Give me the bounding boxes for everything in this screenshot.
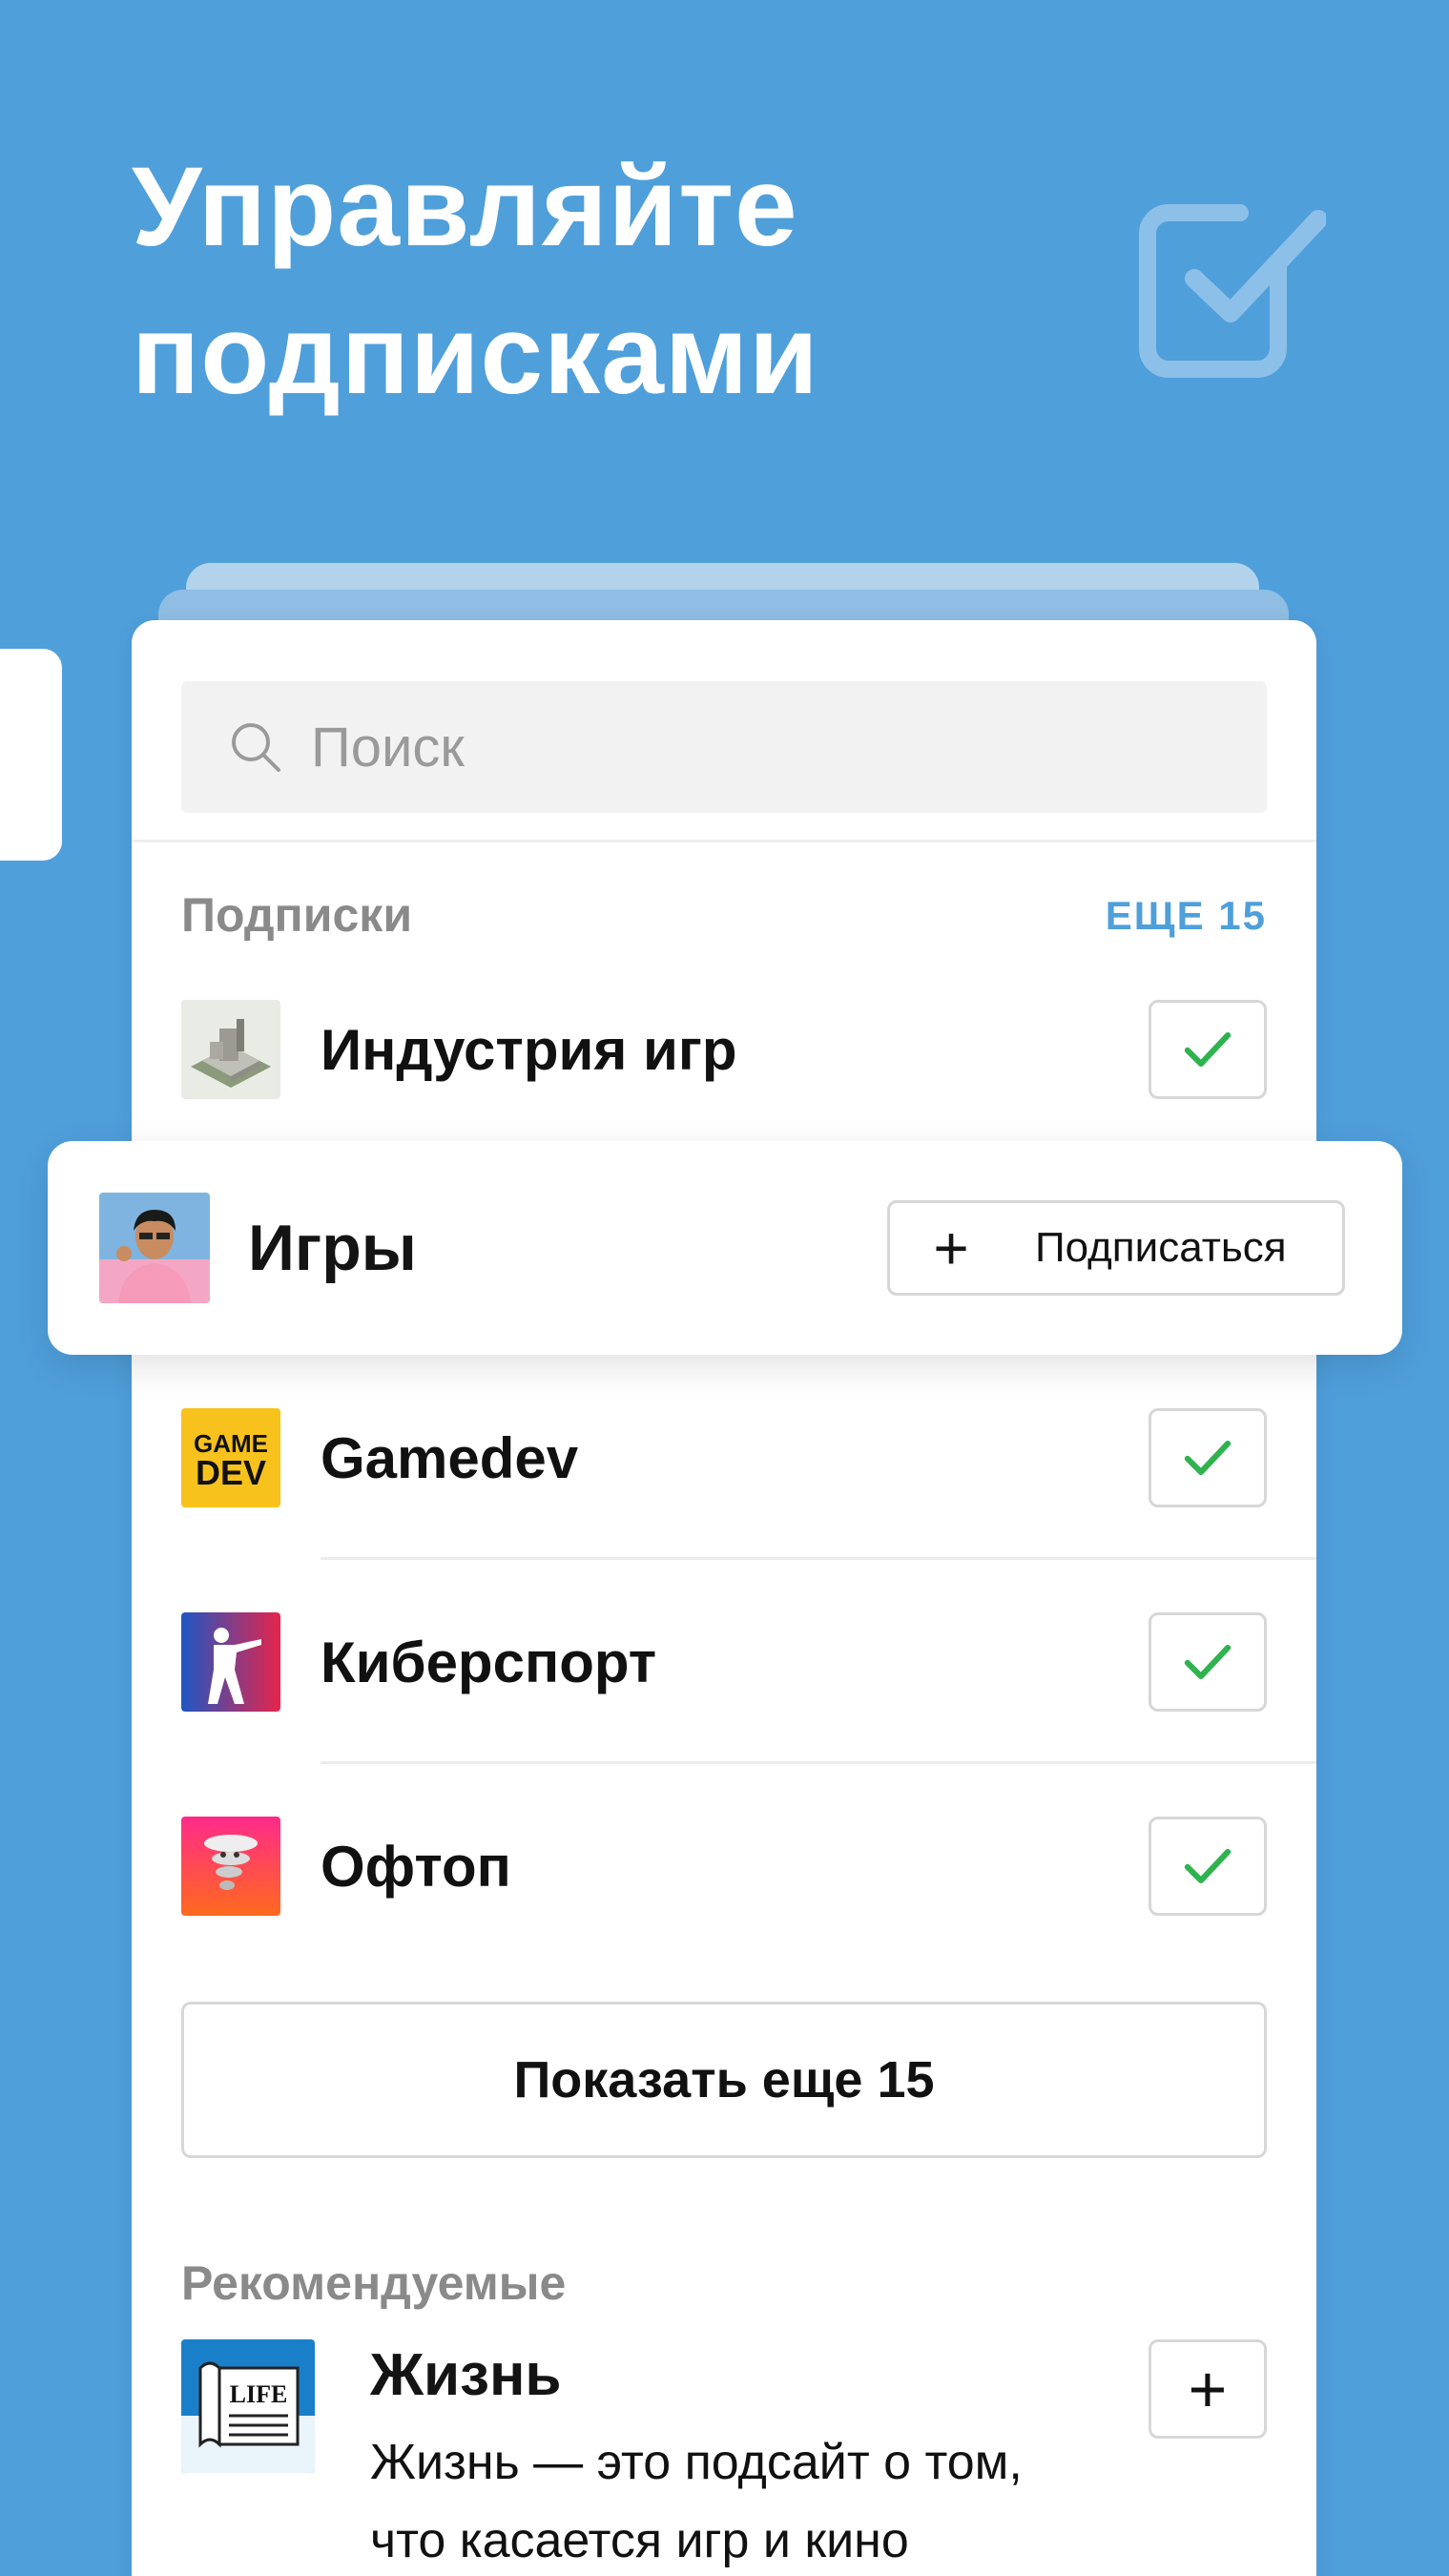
subscription-row[interactable]: Киберспорт [181, 1612, 1267, 1712]
subscribed-toggle[interactable] [1149, 1817, 1267, 1916]
search-input[interactable] [311, 715, 1170, 779]
divider [321, 1761, 1316, 1764]
subscription-name: Gamedev [321, 1425, 579, 1490]
gamer-avatar [99, 1193, 210, 1303]
subscribe-button[interactable]: + Подписаться [887, 1200, 1345, 1296]
tornado-icon [181, 1817, 280, 1916]
recommended-title: Рекомендуемые [181, 2256, 567, 2310]
checkbox-icon [1139, 204, 1326, 378]
factory-icon [181, 1000, 280, 1099]
check-icon [1184, 1644, 1232, 1680]
subscribed-toggle[interactable] [1149, 1000, 1267, 1099]
subscriptions-more-link[interactable]: ЕЩЕ 15 [1106, 893, 1267, 939]
headline-line-2: подписками [132, 292, 819, 418]
plus-icon: + [1188, 2352, 1228, 2426]
subscribed-toggle[interactable] [1149, 1408, 1267, 1507]
svg-text:LIFE: LIFE [230, 2380, 288, 2408]
show-more-button[interactable]: Показать еще 15 [181, 2002, 1267, 2158]
recommended-description: Жизнь — это подсайт о том, что касается … [370, 2435, 1023, 2568]
subscription-name: Офтоп [321, 1834, 511, 1899]
newspaper-icon: LIFE [181, 2339, 315, 2473]
floating-subscription-card: Игры + Подписаться [48, 1141, 1402, 1355]
floating-name: Игры [248, 1212, 417, 1284]
recommended-name: Жизнь [370, 2342, 562, 2408]
subscription-name: Киберспорт [321, 1630, 657, 1694]
headline-line-1: Управляйте [132, 144, 798, 270]
svg-text:DEV: DEV [196, 1453, 266, 1492]
check-icon [1184, 1031, 1232, 1068]
divider [132, 840, 1316, 842]
search-icon [232, 723, 280, 772]
check-icon [1184, 1848, 1232, 1884]
subscription-row[interactable]: Индустрия игр [181, 1000, 1267, 1099]
subscription-row[interactable]: GAME DEV Gamedev [181, 1408, 1267, 1507]
headline: Управляйте подписками [132, 134, 990, 429]
search-bar[interactable] [181, 681, 1267, 813]
counter-strike-icon [181, 1612, 280, 1712]
subscriptions-card: Подписки ЕЩЕ 15 Индустрия игр [132, 620, 1316, 2576]
side-card-peek [0, 649, 62, 861]
divider [321, 1557, 1316, 1560]
add-button[interactable]: + [1149, 2339, 1267, 2439]
subscription-name: Индустрия игр [321, 1017, 737, 1082]
subscriptions-title: Подписки [181, 888, 413, 942]
subscribed-toggle[interactable] [1149, 1612, 1267, 1712]
subscribe-label: Подписаться [1035, 1224, 1287, 1271]
subscription-row[interactable]: Офтоп [181, 1817, 1267, 1916]
check-icon [1184, 1440, 1232, 1476]
gamedev-logo: GAME DEV [181, 1408, 280, 1507]
plus-icon: + [933, 1214, 969, 1282]
